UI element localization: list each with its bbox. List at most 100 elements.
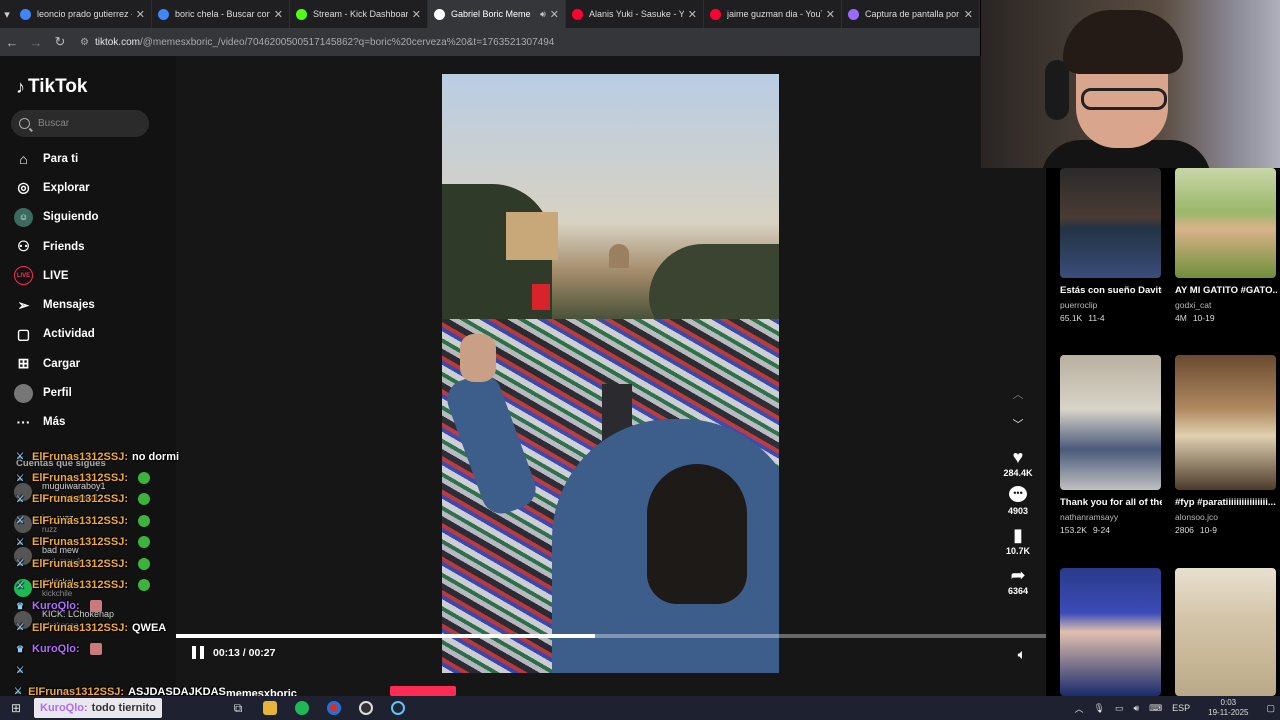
tab-audio-icon[interactable]: 🔊︎ — [540, 9, 546, 20]
chat-message: ⚔ ElFrunas1312SSJ: — [14, 489, 214, 510]
sidebar-item-más[interactable]: ··· Más — [14, 408, 174, 437]
webcam-glasses — [1081, 88, 1167, 110]
comment-action[interactable]: ••• 4903 — [1008, 486, 1028, 516]
tab-close-icon[interactable]: ✕ — [550, 8, 559, 21]
card-title: Thank you for all of the love guys, I re… — [1060, 497, 1162, 508]
sword-badge-icon: ⚔ — [15, 558, 25, 569]
card-title: AY MI GATITO #GATO... — [1175, 285, 1277, 296]
microphone-icon[interactable]: 🎙︎ — [1094, 703, 1105, 714]
forward-icon[interactable]: → — [24, 28, 48, 56]
sword-badge-icon: ⚔ — [15, 451, 25, 462]
spotify-icon[interactable] — [286, 696, 318, 720]
clock[interactable]: 0:03 19-11-2025 — [1203, 698, 1253, 718]
sidebar-item-perfil[interactable]: Perfil — [14, 378, 174, 407]
recommended-video-card[interactable]: Thank you for all of the love guys, I re… — [1060, 355, 1162, 535]
bookmark-icon: ▮ — [1013, 525, 1023, 545]
search-input[interactable] — [38, 118, 138, 129]
tab-close-icon[interactable]: ✕ — [826, 8, 835, 21]
sidebar-item-label: Perfil — [43, 387, 72, 400]
counter-strike-thumbnail — [1175, 568, 1276, 696]
tab-close-icon[interactable]: ✕ — [688, 8, 697, 21]
heart-icon: ♥ — [1012, 447, 1024, 467]
tab-close-icon[interactable]: ✕ — [274, 8, 283, 21]
sidebar-item-live[interactable]: LIVE LIVE — [14, 261, 174, 290]
browser-tab-strip: ▾ leoncio prado gutierrez - ✕ boric chela … — [0, 0, 980, 28]
next-video-icon[interactable]: ﹀ — [1013, 416, 1024, 432]
card-username: puerroclip — [1060, 300, 1098, 310]
url-field[interactable]: ⚙ tiktok.com/@memesxboric_/video/7046200… — [80, 37, 554, 48]
chat-username: ElFrunas1312SSJ: — [32, 536, 128, 549]
video-progress-bar[interactable] — [176, 634, 1046, 638]
chrome-icon[interactable] — [318, 696, 350, 720]
sidebar-item-explorar[interactable]: ◎ Explorar — [14, 173, 174, 202]
previous-video-icon[interactable]: ︿ — [1013, 386, 1024, 402]
keyboard-icon[interactable]: ⌨ — [1149, 703, 1162, 714]
save-action[interactable]: ▮ 10.7K — [1006, 524, 1030, 556]
share-action[interactable]: ➦ 6364 — [1008, 564, 1028, 596]
volume-icon[interactable]: 🔈︎ — [1018, 646, 1026, 663]
sidebar-item-label: Para ti — [43, 152, 79, 165]
browser-tab[interactable]: Stream - Kick Dashboard ✕ — [290, 0, 428, 28]
tab-label: boric chela - Buscar con G — [175, 9, 270, 19]
sidebar-item-mensajes[interactable]: ➢ Mensajes — [14, 290, 174, 319]
browser-tab[interactable]: boric chela - Buscar con G ✕ — [152, 0, 290, 28]
chat-username: ElFrunas1312SSJ: — [32, 621, 128, 634]
file-explorer-icon[interactable] — [254, 696, 286, 720]
chat-username: ElFrunas1312SSJ: — [32, 472, 128, 485]
green-emote-icon — [138, 536, 150, 549]
notification-icon[interactable]: ▢ — [1266, 703, 1275, 714]
green-emote-icon — [138, 557, 150, 570]
follow-button[interactable] — [390, 686, 456, 696]
tray-chevron-icon[interactable]: ︿ — [1075, 702, 1084, 715]
like-action[interactable]: ♥ 284.4K — [1003, 446, 1032, 478]
steam-icon[interactable] — [382, 696, 414, 720]
chat-username: ElFrunas1312SSJ: — [32, 450, 128, 463]
sidebar-item-cargar[interactable]: ⊞ Cargar — [14, 349, 174, 378]
chat-message: ⚔ ElFrunas1312SSJ: no dormi — [14, 446, 214, 467]
logo-text: TikTok — [28, 76, 88, 97]
language-indicator[interactable]: ESP — [1172, 703, 1190, 713]
tiktok-logo[interactable]: ♪ TikTok — [16, 76, 87, 98]
browser-tab[interactable]: Alanis Yuki - Sasuke - You ✕ — [566, 0, 704, 28]
browser-tab[interactable]: jaime guzman dia - YouTu ✕ — [704, 0, 842, 28]
sidebar-item-actividad[interactable]: ▢ Actividad — [14, 320, 174, 349]
tab-close-icon[interactable]: ✕ — [412, 8, 421, 21]
site-settings-icon[interactable]: ⚙ — [80, 37, 89, 48]
toast-user: KuroQlo: — [40, 702, 88, 714]
card-date: 9-24 — [1092, 525, 1110, 535]
windows-start-icon[interactable]: ⊞ — [0, 696, 32, 720]
clock-time: 0:03 — [1220, 698, 1237, 707]
green-emote-icon — [138, 493, 150, 506]
sidebar-item-siguiendo[interactable]: ☺ Siguiendo — [14, 203, 174, 232]
recommended-video-card[interactable]: #fyp #paratiiiiiiiiiiiiiiii... alonsoo.jc… — [1175, 355, 1277, 535]
search-box[interactable] — [11, 110, 149, 137]
browser-tab[interactable]: Captura de pantalla por L ✕ — [842, 0, 980, 28]
tab-close-icon[interactable]: ✕ — [136, 8, 145, 21]
task-view-icon[interactable]: ⧉ — [222, 696, 254, 720]
sidebar-item-friends[interactable]: ⚇ Friends — [14, 232, 174, 261]
card-title: Estás con sueño Davito?... — [1060, 285, 1162, 296]
recommended-video-card[interactable] — [1175, 568, 1277, 696]
recommended-video-card[interactable] — [1060, 568, 1162, 696]
cat-thumbnail — [1175, 168, 1276, 278]
back-icon[interactable]: ← — [0, 28, 24, 56]
recommended-video-card[interactable]: Estás con sueño Davito?... puerroclip 65.1… — [1060, 168, 1162, 323]
chat-username: ElFrunas1312SSJ: — [32, 514, 128, 527]
tab-close-icon[interactable]: ✕ — [964, 8, 973, 21]
friends-icon: ⚇ — [17, 238, 30, 255]
obs-icon[interactable] — [350, 696, 382, 720]
recommended-video-card[interactable]: AY MI GATITO #GATO... godxi_cat 4M 10-19 — [1175, 168, 1277, 323]
home-icon: ⌂ — [19, 150, 28, 167]
green-emote-icon — [138, 472, 150, 485]
browser-tab[interactable]: leoncio prado gutierrez - ✕ — [14, 0, 152, 28]
reload-icon[interactable]: ↻ — [48, 28, 72, 56]
chat-message: ⚔ — [14, 660, 214, 681]
sidebar-item-para-ti[interactable]: ⌂ Para ti — [14, 144, 174, 173]
display-icon[interactable]: ▭ — [1115, 703, 1124, 714]
speaker-icon[interactable]: 🔊︎ — [1133, 703, 1139, 714]
tab-search-icon[interactable]: ▾ — [0, 0, 14, 28]
google-icon — [158, 8, 169, 20]
chat-toast: KuroQlo: todo tiernito — [34, 698, 162, 718]
video-frame[interactable] — [442, 74, 779, 673]
browser-tab[interactable]: Gabriel Boric Meme 🔊︎ ✕ — [428, 0, 566, 28]
